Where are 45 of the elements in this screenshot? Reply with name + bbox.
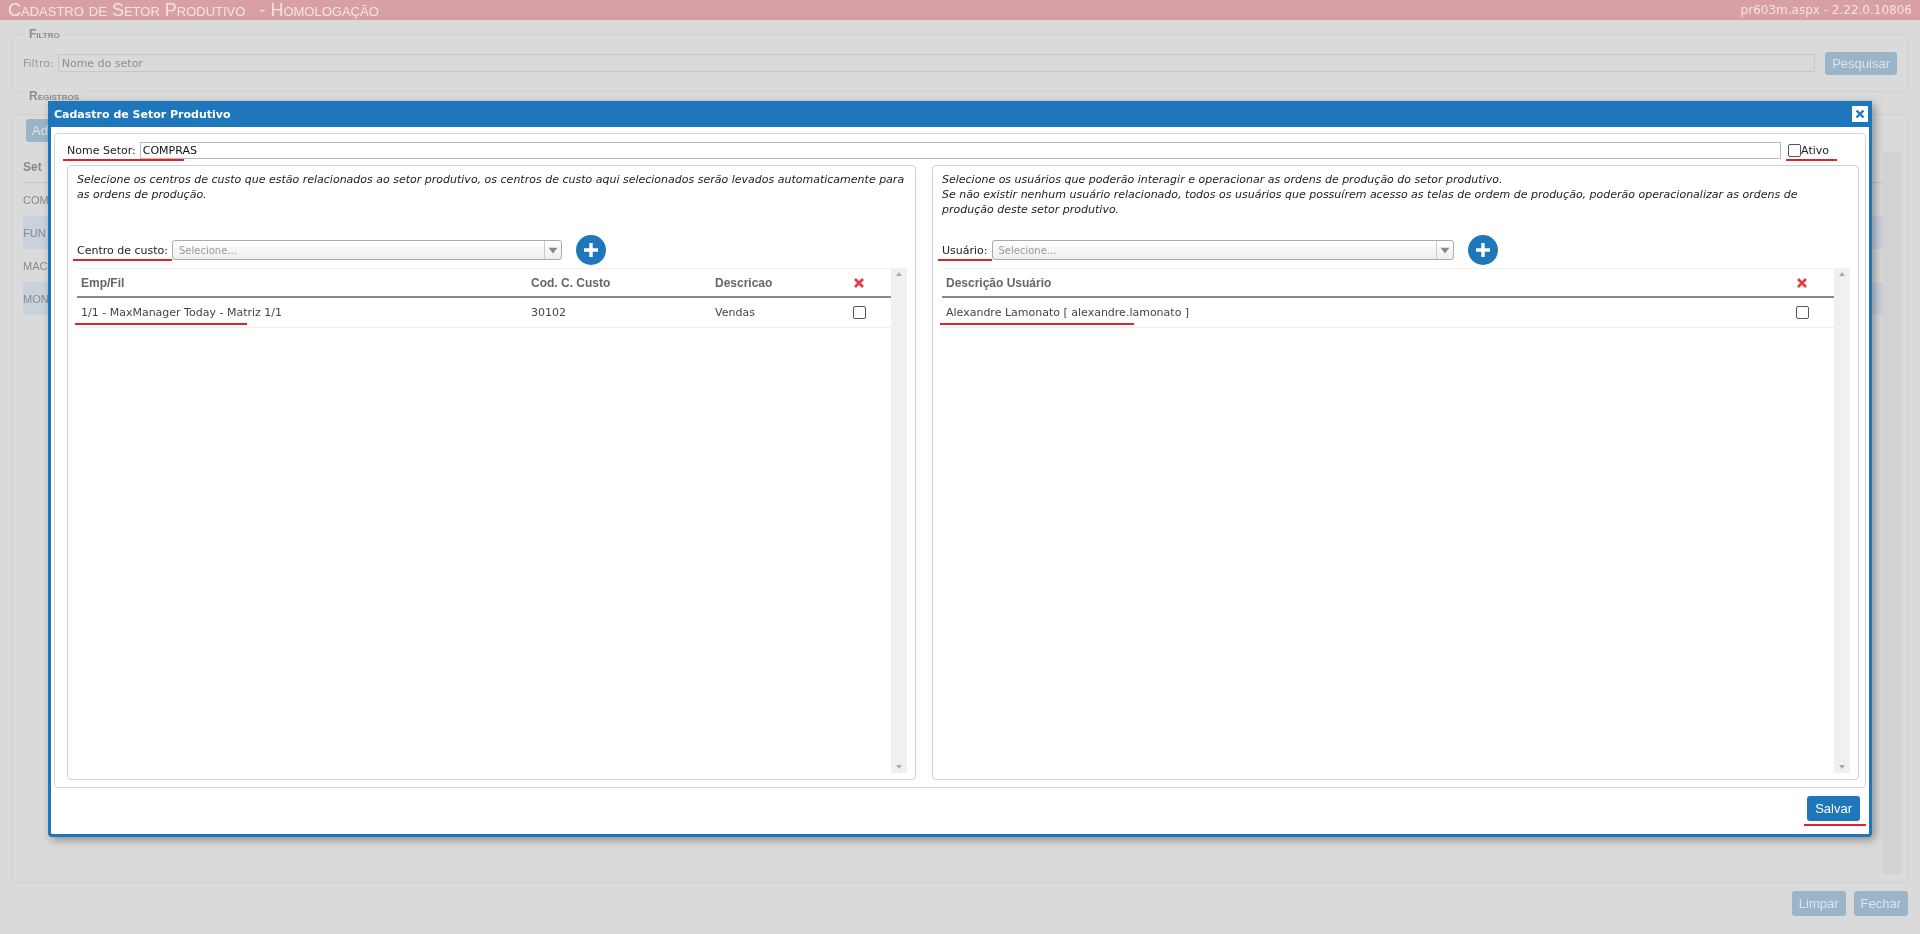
delete-icon[interactable]: [1796, 276, 1808, 289]
version-label: pr603m.aspx - 2.22.0.10806: [1740, 3, 1912, 17]
column-header: Descricao: [714, 275, 774, 290]
environment-label: - Homologação: [259, 0, 379, 20]
column-header: Descrição Usuário: [945, 275, 1053, 290]
fieldset-legend: Filtro: [25, 27, 64, 41]
scrollbar[interactable]: [891, 268, 907, 773]
table-cell: 1/1 - MaxManager Today - Matriz 1/1: [81, 306, 282, 319]
checkbox[interactable]: [1796, 306, 1809, 319]
select-dropdown[interactable]: Selecione...: [991, 240, 1454, 260]
select-label: Usuário:: [942, 243, 988, 257]
select-label: Centro de custo:: [77, 243, 168, 257]
column-header: Cod. C. Custo: [530, 275, 612, 290]
add-icon[interactable]: [576, 235, 606, 265]
footer-button[interactable]: Limpar: [1791, 891, 1846, 916]
checkbox[interactable]: [853, 306, 866, 319]
table-cell: Alexandre Lamonato [ alexandre.lamonato ]: [946, 306, 1190, 319]
scrollbar[interactable]: [1834, 268, 1850, 773]
description-text: Se não existir nenhum usuário relacionado, todos os usuários que possuírem acesso as telas de ordem de produção, poderão operacionalizar as ordens de produção deste setor produtivo.: [942, 187, 1799, 217]
underline: [938, 258, 992, 261]
save-button[interactable]: Salvar: [1807, 795, 1860, 821]
table-cell: 30102: [531, 306, 566, 319]
underline: [1804, 823, 1866, 826]
column-header: Emp/Fil: [80, 275, 126, 290]
column-header: Set: [23, 160, 42, 174]
checkbox[interactable]: [1788, 143, 1802, 157]
name-label: Nome Setor:: [67, 143, 136, 157]
page-title: Cadastro de Setor Produtivo: [8, 0, 246, 20]
underline: [1786, 158, 1837, 161]
filter-label: Filtro:: [23, 56, 54, 70]
select-dropdown[interactable]: Selecione...: [172, 240, 562, 260]
delete-icon[interactable]: [853, 276, 865, 289]
footer-button[interactable]: Fechar: [1853, 891, 1908, 916]
fieldset-legend: Registros: [25, 89, 83, 103]
checkbox-label: Ativo: [1801, 143, 1829, 157]
dialog-title: Cadastro de Setor Produtivo: [54, 107, 231, 121]
search-button[interactable]: Pesquisar: [1825, 51, 1897, 75]
name-input[interactable]: COMPRAS: [139, 141, 1782, 159]
filter-input[interactable]: Nome do setor: [57, 54, 1816, 72]
description-text: Selecione os usuários que poderão interagir e operacionar as ordens de produção do setor produtivo.: [942, 172, 1504, 187]
table-cell: Vendas: [715, 306, 755, 319]
description-text: Selecione os centros de custo que estão relacionados ao setor produtivo, os centros de custo aqui selecionados serão levados automaticamente para as ordens de produção.: [77, 172, 906, 202]
scrollbar[interactable]: [1883, 152, 1901, 874]
close-icon[interactable]: [1852, 106, 1868, 122]
add-icon[interactable]: [1467, 235, 1498, 265]
